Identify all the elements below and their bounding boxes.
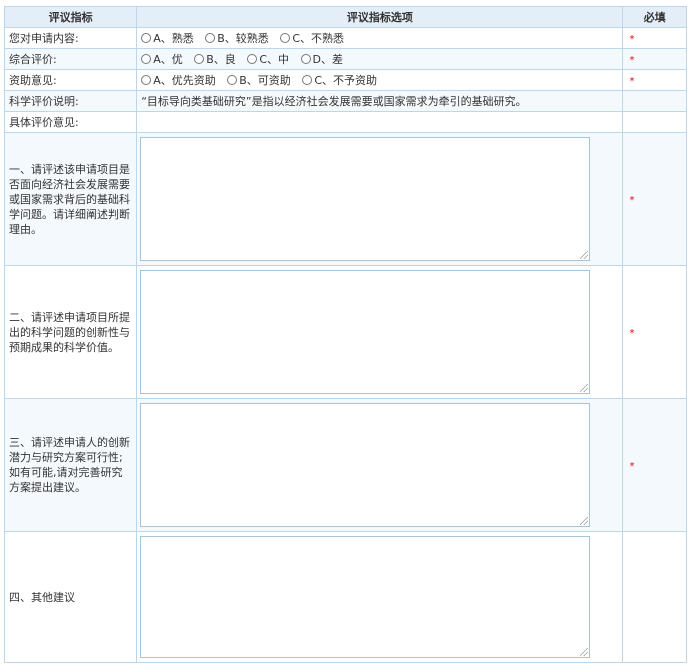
question-4-label: 四、其他建议 (3, 531, 138, 663)
row-funding: 资助意见: A、优先资助 B、可资助 C、不予资助 * (3, 69, 687, 91)
row-question-3: 三、请评述申请人的创新潜力与研究方案可行性;如有可能,请对完善研究方案提出建议。… (3, 398, 687, 532)
question-2-cell (136, 265, 624, 399)
question-3-cell (136, 398, 624, 532)
label-specific: 具体评价意见: (3, 111, 138, 133)
question-1-label: 一、请评述该申请项目是否面向经济社会发展需要或国家需求背后的基础科学问题。请详细… (3, 132, 138, 266)
overall-options: A、优 B、良 C、中 D、差 (136, 48, 624, 70)
question-3-label: 三、请评述申请人的创新潜力与研究方案可行性;如有可能,请对完善研究方案提出建议。 (3, 398, 138, 532)
radio-overall-c[interactable]: C、中 (247, 51, 289, 67)
radio-funding-a[interactable]: A、优先资助 (141, 72, 216, 88)
specific-empty (136, 111, 624, 133)
required-funding: * (622, 69, 687, 91)
required-familiarity: * (622, 27, 687, 49)
familiarity-options: A、熟悉 B、较熟悉 C、不熟悉 (136, 27, 624, 49)
radio-circle-icon[interactable] (205, 33, 216, 43)
sci-note-text: “目标导向类基础研究”是指以经济社会发展需要或国家需求为牵引的基础研究。 (136, 90, 624, 112)
row-overall: 综合评价: A、优 B、良 C、中 D、差 * (3, 48, 687, 70)
row-sci-note: 科学评价说明: “目标导向类基础研究”是指以经济社会发展需要或国家需求为牵引的基… (3, 90, 687, 112)
radio-funding-c[interactable]: C、不予资助 (302, 72, 377, 88)
required-star: * (629, 33, 635, 45)
radio-familiarity-b[interactable]: B、较熟悉 (205, 30, 269, 46)
required-star: * (629, 194, 635, 206)
review-form-table: 评议指标 评议指标选项 必填 您对申请内容: A、熟悉 B、较熟悉 C、不熟悉 … (3, 6, 687, 663)
label-familiarity: 您对申请内容: (3, 27, 138, 49)
radio-familiarity-a[interactable]: A、熟悉 (141, 30, 194, 46)
radio-familiarity-c[interactable]: C、不熟悉 (280, 30, 344, 46)
header-required: 必填 (622, 6, 687, 28)
radio-circle-icon[interactable] (194, 54, 205, 64)
label-sci-note: 科学评价说明: (3, 90, 138, 112)
radio-circle-icon[interactable] (141, 33, 152, 43)
required-specific (622, 111, 687, 133)
question-3-textarea[interactable] (140, 403, 591, 527)
radio-funding-b[interactable]: B、可资助 (227, 72, 291, 88)
header-indicator: 评议指标 (3, 6, 138, 28)
row-question-4: 四、其他建议 (3, 531, 687, 663)
radio-overall-a[interactable]: A、优 (141, 51, 183, 67)
required-question-4 (622, 531, 687, 663)
row-specific: 具体评价意见: (3, 111, 687, 133)
question-4-textarea[interactable] (140, 536, 591, 658)
radio-circle-icon[interactable] (141, 75, 152, 85)
row-question-1: 一、请评述该申请项目是否面向经济社会发展需要或国家需求背后的基础科学问题。请详细… (3, 132, 687, 266)
resize-grip-icon[interactable] (580, 251, 589, 259)
radio-overall-b[interactable]: B、良 (194, 51, 236, 67)
header-options: 评议指标选项 (136, 6, 624, 28)
radio-overall-d[interactable]: D、差 (300, 51, 343, 67)
required-question-1: * (622, 132, 687, 266)
question-2-label: 二、请评述申请项目所提出的科学问题的创新性与预期成果的科学价值。 (3, 265, 138, 399)
resize-grip-icon[interactable] (580, 648, 589, 656)
resize-grip-icon[interactable] (580, 517, 589, 525)
required-star: * (629, 327, 635, 339)
required-sci-note (622, 90, 687, 112)
radio-circle-icon[interactable] (247, 54, 258, 64)
radio-circle-icon[interactable] (300, 54, 311, 64)
radio-circle-icon[interactable] (141, 54, 152, 64)
row-familiarity: 您对申请内容: A、熟悉 B、较熟悉 C、不熟悉 * (3, 27, 687, 49)
table-header-row: 评议指标 评议指标选项 必填 (3, 6, 687, 28)
required-star: * (629, 54, 635, 66)
required-question-2: * (622, 265, 687, 399)
required-question-3: * (622, 398, 687, 532)
radio-circle-icon[interactable] (302, 75, 313, 85)
question-4-cell (136, 531, 624, 663)
radio-circle-icon[interactable] (280, 33, 291, 43)
funding-options: A、优先资助 B、可资助 C、不予资助 (136, 69, 624, 91)
question-1-cell (136, 132, 624, 266)
required-overall: * (622, 48, 687, 70)
required-star: * (629, 460, 635, 472)
question-1-textarea[interactable] (140, 137, 591, 261)
radio-circle-icon[interactable] (227, 75, 238, 85)
question-2-textarea[interactable] (140, 270, 591, 394)
row-question-2: 二、请评述申请项目所提出的科学问题的创新性与预期成果的科学价值。 * (3, 265, 687, 399)
required-star (627, 593, 629, 604)
resize-grip-icon[interactable] (580, 384, 589, 392)
label-overall: 综合评价: (3, 48, 138, 70)
required-star: * (629, 75, 635, 87)
label-funding: 资助意见: (3, 69, 138, 91)
